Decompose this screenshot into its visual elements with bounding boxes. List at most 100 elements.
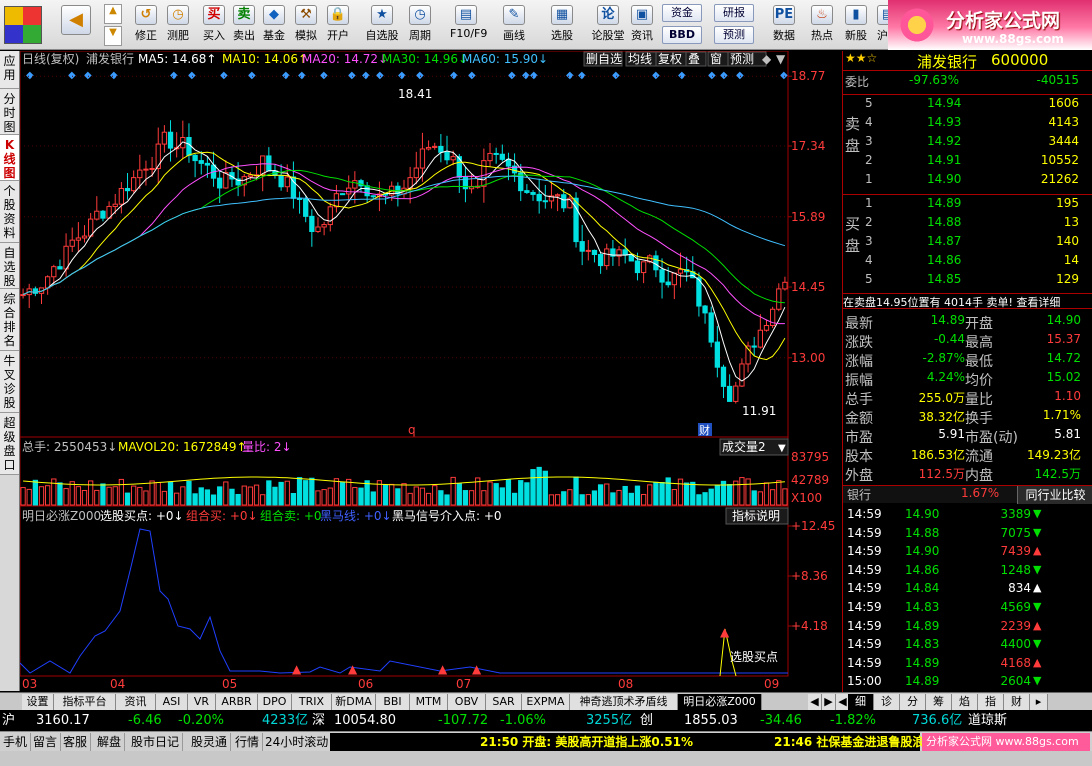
tab-7[interactable]: TRIX — [292, 694, 332, 710]
event-marker-icon[interactable]: ◆ — [736, 70, 744, 81]
tab-13[interactable]: EXPMA — [522, 694, 570, 710]
quote-tab-1[interactable]: 诊 — [874, 694, 900, 710]
draw-button[interactable]: ✎ 画线 — [498, 2, 530, 48]
open-account-button[interactable]: 🔒 开户 — [322, 2, 354, 48]
revise-button[interactable]: ↺ 修正 — [130, 2, 162, 48]
research-button[interactable]: 研报 — [714, 4, 754, 22]
sh-index[interactable]: 3160.17 — [36, 711, 90, 731]
tab-8[interactable]: 新DMA — [332, 694, 376, 710]
status-item-6[interactable]: 行情 — [232, 733, 264, 751]
event-marker-icon[interactable]: ◆ — [522, 70, 530, 81]
news-button[interactable]: ▣ 资讯 — [626, 2, 658, 48]
tab-15[interactable]: 明日必涨Z000 — [678, 694, 762, 710]
tab-14[interactable]: 神奇逃顶术矛盾线 — [570, 694, 678, 710]
status-item-7[interactable]: 24小时滚动 — [262, 733, 333, 751]
up-icon[interactable]: ▲ — [104, 4, 122, 24]
cy-index[interactable]: 1855.03 — [684, 711, 738, 731]
event-marker-icon[interactable]: ◆ — [578, 70, 586, 81]
event-marker-icon[interactable]: ◆ — [398, 70, 406, 81]
tab-5[interactable]: ARBR — [216, 694, 258, 710]
event-marker-icon[interactable]: ◆ — [566, 70, 574, 81]
simulate-button[interactable]: ⚒ 模拟 — [290, 2, 322, 48]
status-item-3[interactable]: 解盘 — [94, 733, 126, 751]
test-button[interactable]: ◷ 测肥 — [162, 2, 194, 48]
sidebar-item-5[interactable]: 综合排名 — [0, 289, 19, 351]
fund-button[interactable]: ◆ 基金 — [258, 2, 290, 48]
dj-label[interactable]: 道琼斯 — [968, 711, 1007, 731]
event-marker-icon[interactable]: ◆ — [282, 70, 290, 81]
event-marker-icon[interactable]: ◆ — [468, 70, 476, 81]
buy-signal-icon[interactable]: ▲ — [472, 662, 482, 676]
watchlist-button[interactable]: ★ 自选股 — [362, 2, 402, 48]
event-marker-icon[interactable]: ◆ — [248, 70, 256, 81]
tab-11[interactable]: OBV — [448, 694, 486, 710]
tab-2[interactable]: 资讯 — [116, 694, 156, 710]
status-item-2[interactable]: 客服 — [60, 733, 92, 751]
hot-button[interactable]: ♨ 热点 — [806, 2, 838, 48]
industry-compare-button[interactable]: 同行业比较 — [1017, 486, 1092, 504]
event-marker-icon[interactable]: ◆ — [678, 70, 686, 81]
tab-3[interactable]: ASI — [156, 694, 188, 710]
buy-signal-icon[interactable]: ▲ — [720, 625, 730, 639]
quote-tab-4[interactable]: 焰 — [952, 694, 978, 710]
tab-1[interactable]: 指标平台 — [54, 694, 116, 710]
arrow-down-icon[interactable]: ▼ — [776, 52, 786, 66]
sz-index[interactable]: 10054.80 — [334, 711, 396, 731]
chevron-down-icon[interactable]: ▼ — [778, 443, 786, 454]
capital-button[interactable]: 资金 — [662, 4, 702, 22]
sidebar-item-3[interactable]: 个股资料 — [0, 181, 19, 243]
pin-icon[interactable]: ◆ — [762, 52, 772, 66]
quote-tab-0[interactable]: 细 — [848, 694, 874, 710]
news-item-1[interactable]: 21:50 开盘: 美股高开道指上涨0.51% — [480, 733, 693, 751]
forum-button[interactable]: 论论股堂 — [588, 2, 628, 48]
sidebar-item-0[interactable]: 应用 — [0, 51, 19, 89]
event-marker-icon[interactable]: ◆ — [26, 70, 34, 81]
event-marker-icon[interactable]: ◆ — [720, 70, 728, 81]
quote-tab-6[interactable]: 财 — [1004, 694, 1030, 710]
quote-tab-3[interactable]: 筹 — [926, 694, 952, 710]
down-icon[interactable]: ▼ — [104, 26, 122, 46]
scroll-right-icon[interactable]: ▶ — [822, 694, 836, 710]
news-item-2[interactable]: 21:46 社保基金进退鲁股浪 — [774, 733, 924, 751]
status-item-5[interactable]: 股灵通 — [188, 733, 232, 751]
event-marker-icon[interactable]: ◆ — [298, 70, 306, 81]
scroll-left-icon[interactable]: ◀ — [808, 694, 822, 710]
event-marker-icon[interactable]: ◆ — [450, 70, 458, 81]
tab-12[interactable]: SAR — [486, 694, 522, 710]
event-marker-icon[interactable]: ◆ — [708, 70, 716, 81]
event-marker-icon[interactable]: ◆ — [508, 70, 516, 81]
kline-chart-area[interactable]: 日线(复权) 浦发银行 MA5: 14.68↑ MA10: 14.06↑ MA20: 1… — [19, 50, 841, 692]
tab-4[interactable]: VR — [188, 694, 216, 710]
event-marker-icon[interactable]: ◆ — [84, 70, 92, 81]
event-marker-icon[interactable]: ◆ — [348, 70, 356, 81]
event-marker-icon[interactable]: ◆ — [780, 70, 788, 81]
event-marker-icon[interactable]: ◆ — [612, 70, 620, 81]
event-marker-icon[interactable]: ◆ — [376, 70, 384, 81]
sidebar-item-1[interactable]: 分时图 — [0, 89, 19, 135]
status-item-4[interactable]: 股市日记 — [128, 733, 184, 751]
buy-signal-icon[interactable]: ▲ — [348, 662, 358, 676]
event-marker-icon[interactable]: ◆ — [416, 70, 424, 81]
order-notice[interactable]: 在卖盘14.95位置有 4014手 卖单! 查看详细 — [843, 293, 1092, 309]
period-button[interactable]: ◷ 周期 — [404, 2, 436, 48]
event-marker-icon[interactable]: ◆ — [68, 70, 76, 81]
status-item-1[interactable]: 留言 — [30, 733, 62, 751]
sidebar-item-4[interactable]: 自选股 — [0, 243, 19, 289]
quote-tab-5[interactable]: 指 — [978, 694, 1004, 710]
sidebar-item-6[interactable]: 牛叉诊股 — [0, 351, 19, 413]
sell-button[interactable]: 卖卖出 — [228, 2, 260, 48]
tab-0[interactable]: 设置 — [22, 694, 54, 710]
event-marker-icon[interactable]: ◆ — [220, 70, 228, 81]
quote-tab-2[interactable]: 分 — [900, 694, 926, 710]
pick-button[interactable]: ▦ 选股 — [546, 2, 578, 48]
data-button[interactable]: PE 数据 — [768, 2, 800, 48]
buy-signal-icon[interactable]: ▲ — [292, 662, 302, 676]
sidebar-item-7[interactable]: 超级盘口 — [0, 413, 19, 475]
f10-button[interactable]: ▤ F10/F9 — [450, 2, 487, 48]
back-button[interactable]: ◀ — [56, 2, 96, 48]
kline-chart-svg[interactable]: 日线(复权) 浦发银行 MA5: 14.68↑ MA10: 14.06↑MA20: 1… — [19, 50, 841, 692]
status-item-0[interactable]: 手机 — [0, 733, 32, 751]
quote-tab-more-icon[interactable]: ▸ — [1030, 694, 1048, 710]
event-marker-icon[interactable]: ◆ — [320, 70, 328, 81]
news-ticker[interactable]: 21:50 开盘: 美股高开道指上涨0.51% 21:46 社保基金进退鲁股浪 — [330, 733, 924, 751]
